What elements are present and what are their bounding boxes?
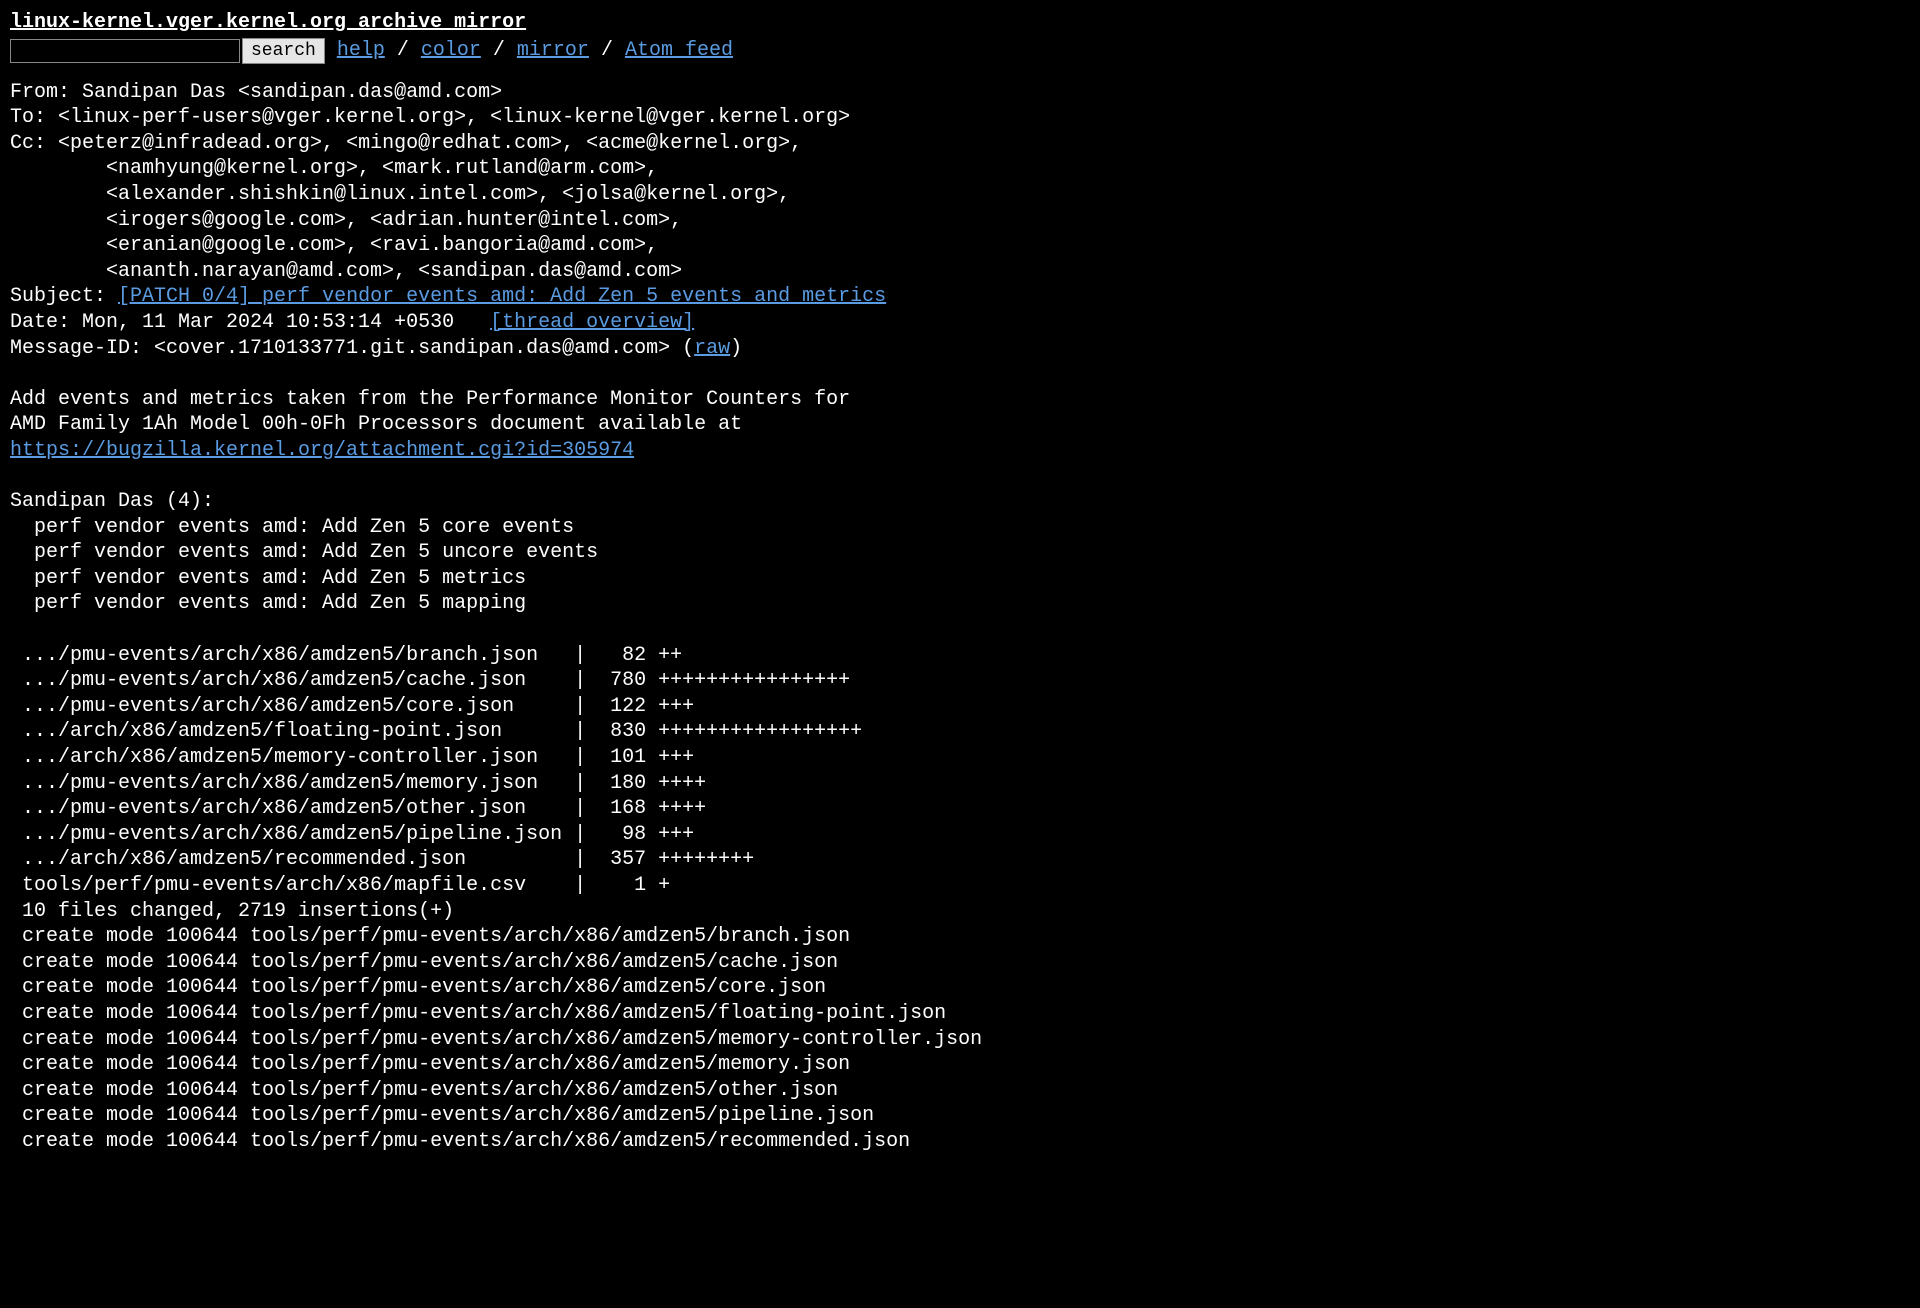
mirror-link[interactable]: mirror bbox=[517, 39, 589, 62]
to-value: <linux-perf-users@vger.kernel.org>, <lin… bbox=[58, 106, 850, 129]
cc-line: <irogers@google.com>, <adrian.hunter@int… bbox=[10, 209, 682, 232]
patch-entry: perf vendor events amd: Add Zen 5 mappin… bbox=[10, 592, 526, 615]
raw-open: ( bbox=[670, 337, 694, 360]
cc-line: <eranian@google.com>, <ravi.bangoria@amd… bbox=[10, 234, 658, 257]
nav-sep: / bbox=[601, 39, 625, 62]
message-content: From: Sandipan Das <sandipan.das@amd.com… bbox=[10, 80, 1910, 1155]
create-mode-line: create mode 100644 tools/perf/pmu-events… bbox=[10, 976, 826, 999]
diffstat-line: .../pmu-events/arch/x86/amdzen5/other.js… bbox=[10, 797, 706, 820]
body-line: Add events and metrics taken from the Pe… bbox=[10, 388, 850, 411]
create-mode-line: create mode 100644 tools/perf/pmu-events… bbox=[10, 1028, 982, 1051]
color-link[interactable]: color bbox=[421, 39, 481, 62]
create-mode-line: create mode 100644 tools/perf/pmu-events… bbox=[10, 951, 838, 974]
thread-overview-link[interactable]: [thread overview] bbox=[490, 311, 694, 334]
nav-sep: / bbox=[397, 39, 421, 62]
create-mode-line: create mode 100644 tools/perf/pmu-events… bbox=[10, 1079, 838, 1102]
diffstat-line: tools/perf/pmu-events/arch/x86/mapfile.c… bbox=[10, 874, 670, 897]
attachment-link[interactable]: https://bugzilla.kernel.org/attachment.c… bbox=[10, 439, 634, 462]
cc-label: Cc: bbox=[10, 132, 58, 155]
create-mode-line: create mode 100644 tools/perf/pmu-events… bbox=[10, 1053, 850, 1076]
msgid-value: <cover.1710133771.git.sandipan.das@amd.c… bbox=[154, 337, 670, 360]
archive-title: linux-kernel.vger.kernel.org archive mir… bbox=[10, 10, 1910, 36]
create-mode-line: create mode 100644 tools/perf/pmu-events… bbox=[10, 1130, 910, 1153]
help-link[interactable]: help bbox=[337, 39, 385, 62]
date-value: Mon, 11 Mar 2024 10:53:14 +0530 bbox=[82, 311, 454, 334]
from-label: From: bbox=[10, 81, 82, 104]
patch-entry: perf vendor events amd: Add Zen 5 core e… bbox=[10, 516, 574, 539]
cc-line: <peterz@infradead.org>, <mingo@redhat.co… bbox=[58, 132, 802, 155]
diffstat-line: .../arch/x86/amdzen5/recommended.json | … bbox=[10, 848, 754, 871]
patch-entry: perf vendor events amd: Add Zen 5 uncore… bbox=[10, 541, 598, 564]
raw-close: ) bbox=[730, 337, 742, 360]
date-label: Date: bbox=[10, 311, 82, 334]
subject-label: Subject: bbox=[10, 285, 118, 308]
from-value: Sandipan Das <sandipan.das@amd.com> bbox=[82, 81, 502, 104]
cc-line: <namhyung@kernel.org>, <mark.rutland@arm… bbox=[10, 157, 658, 180]
msgid-label: Message-ID: bbox=[10, 337, 154, 360]
search-input[interactable] bbox=[10, 39, 240, 63]
diffstat-line: .../pmu-events/arch/x86/amdzen5/cache.js… bbox=[10, 669, 850, 692]
diffstat-line: .../pmu-events/arch/x86/amdzen5/pipeline… bbox=[10, 823, 694, 846]
diffstat-line: .../arch/x86/amdzen5/floating-point.json… bbox=[10, 720, 862, 743]
atom-feed-link[interactable]: Atom feed bbox=[625, 39, 733, 62]
diffstat-line: .../pmu-events/arch/x86/amdzen5/branch.j… bbox=[10, 644, 682, 667]
search-button[interactable]: search bbox=[242, 38, 325, 64]
diffstat-summary: 10 files changed, 2719 insertions(+) bbox=[10, 900, 454, 923]
diffstat-line: .../pmu-events/arch/x86/amdzen5/core.jso… bbox=[10, 695, 694, 718]
search-row: search help / color / mirror / Atom feed bbox=[10, 38, 1910, 64]
cc-line: <ananth.narayan@amd.com>, <sandipan.das@… bbox=[10, 260, 682, 283]
patch-entry: perf vendor events amd: Add Zen 5 metric… bbox=[10, 567, 526, 590]
create-mode-line: create mode 100644 tools/perf/pmu-events… bbox=[10, 1104, 874, 1127]
diffstat-line: .../arch/x86/amdzen5/memory-controller.j… bbox=[10, 746, 694, 769]
create-mode-line: create mode 100644 tools/perf/pmu-events… bbox=[10, 1002, 946, 1025]
body-line: AMD Family 1Ah Model 00h-0Fh Processors … bbox=[10, 413, 742, 436]
raw-link[interactable]: raw bbox=[694, 337, 730, 360]
to-label: To: bbox=[10, 106, 58, 129]
archive-title-text: linux-kernel.vger.kernel.org archive mir… bbox=[10, 11, 526, 34]
subject-link[interactable]: [PATCH 0/4] perf vendor events amd: Add … bbox=[118, 285, 886, 308]
nav-links: help / color / mirror / Atom feed bbox=[337, 38, 733, 64]
cc-line: <alexander.shishkin@linux.intel.com>, <j… bbox=[10, 183, 790, 206]
diffstat-line: .../pmu-events/arch/x86/amdzen5/memory.j… bbox=[10, 772, 706, 795]
nav-sep: / bbox=[493, 39, 517, 62]
create-mode-line: create mode 100644 tools/perf/pmu-events… bbox=[10, 925, 850, 948]
author-count: Sandipan Das (4): bbox=[10, 490, 214, 513]
